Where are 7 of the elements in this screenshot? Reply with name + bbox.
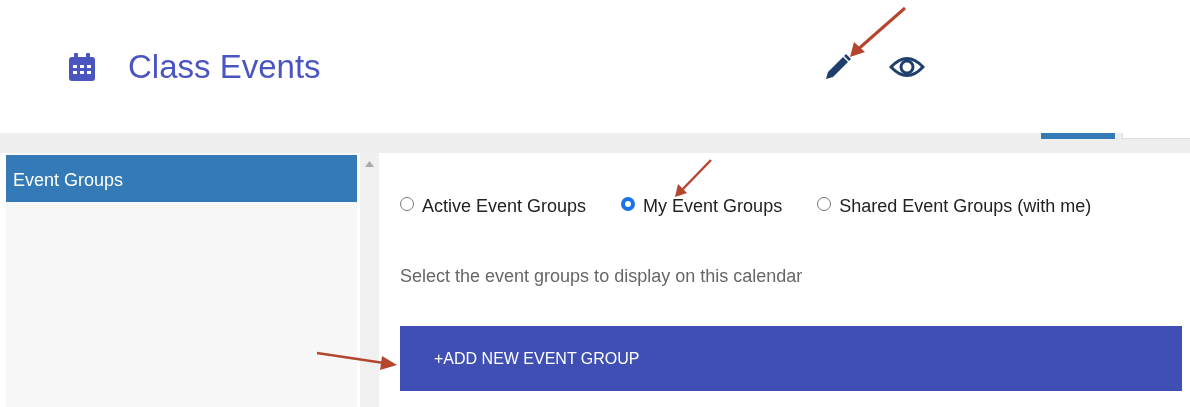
- radio-label[interactable]: My Event Groups: [643, 196, 783, 216]
- page-title: Class Events: [128, 46, 321, 87]
- help-text: Select the event groups to display on this calendar: [400, 265, 804, 288]
- sidebar-item[interactable]: Event Groups: [6, 155, 357, 202]
- radio-label[interactable]: Shared Event Groups (with me): [839, 196, 1092, 216]
- radio-label[interactable]: Active Event Groups: [422, 196, 587, 216]
- add-event-group-button[interactable]: +ADD NEW EVENT GROUP: [400, 326, 1182, 391]
